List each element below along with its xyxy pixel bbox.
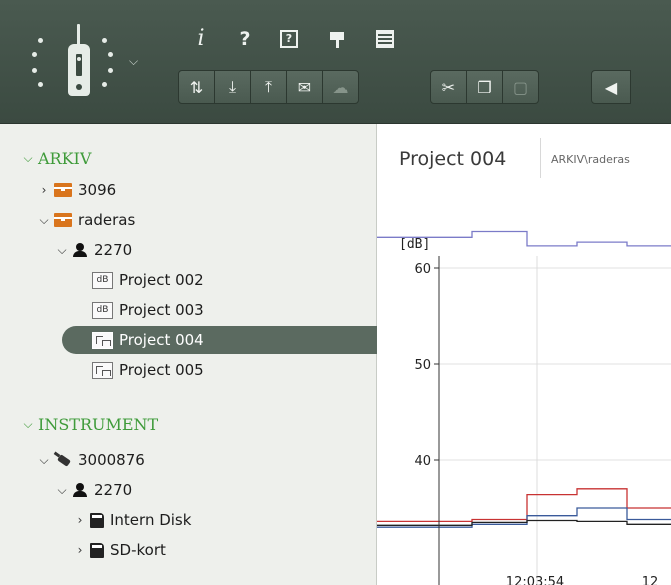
chevron-right-icon[interactable]: › xyxy=(36,183,52,197)
sound-meter-icon xyxy=(64,24,94,102)
mail-icon: ✉ xyxy=(297,77,312,97)
waveform-file-icon xyxy=(92,361,113,379)
disk-icon xyxy=(90,542,104,558)
level-chart[interactable]: [dB] 405060708090 12:03:5412 xyxy=(377,224,671,585)
device-selector[interactable]: ⌵ xyxy=(24,24,154,104)
copy-button[interactable]: ❐ xyxy=(466,70,503,104)
upload-button[interactable]: ⤒ xyxy=(250,70,287,104)
tree-item-project-004[interactable]: Project 004 xyxy=(62,326,377,354)
tree-item-raderas[interactable]: ⌵ raderas xyxy=(36,206,135,234)
upload-icon: ⤒ xyxy=(264,77,273,96)
chevron-down-icon[interactable]: ⌵ xyxy=(54,483,70,498)
chart-grid xyxy=(439,256,671,585)
project-title: Project 004 xyxy=(399,148,507,170)
chevron-down-icon[interactable]: ⌵ xyxy=(129,54,138,69)
paste-icon: ▢ xyxy=(512,77,529,97)
help-box-icon[interactable]: ? xyxy=(280,30,298,48)
y-axis-ticks: 405060708090 xyxy=(414,262,439,469)
transfer-button-group: ⇅ ⤓ ⤒ ✉ ☁ xyxy=(178,70,359,104)
x-tick-label: 12 xyxy=(642,575,659,585)
db-file-icon: dB xyxy=(92,301,113,319)
signal-dots-left xyxy=(30,38,44,94)
mail-button[interactable]: ✉ xyxy=(286,70,323,104)
chevron-down-icon[interactable]: ⌵ xyxy=(54,243,70,258)
title-divider xyxy=(540,138,541,178)
project-path: ARKIV\raderas xyxy=(551,153,630,166)
db-file-icon: dB xyxy=(92,271,113,289)
chevron-down-icon[interactable]: ⌵ xyxy=(36,213,52,228)
y-tick-label: 50 xyxy=(414,358,431,373)
cloud-button[interactable]: ☁ xyxy=(322,70,359,104)
signal-dots-right xyxy=(102,38,116,94)
chevron-right-icon[interactable]: › xyxy=(72,513,88,527)
chevron-down-icon[interactable]: ⌵ xyxy=(20,417,36,432)
edit-button-group: ✂ ❐ ▢ xyxy=(430,70,539,104)
user-icon xyxy=(72,483,88,497)
download-icon: ⤓ xyxy=(228,77,237,96)
x-tick-label: 12:03:54 xyxy=(506,575,564,585)
tree-item-3000876[interactable]: ⌵ 3000876 xyxy=(36,446,144,474)
speaker-icon: ◀ xyxy=(604,77,618,97)
tree-section-instrument[interactable]: ⌵ INSTRUMENT xyxy=(20,410,158,438)
archive-box-icon xyxy=(54,183,72,197)
content-panel: Project 004 ARKIV\raderas [dB] 405060708… xyxy=(377,124,671,585)
y-tick-label: 40 xyxy=(414,454,431,469)
list-icon[interactable] xyxy=(376,30,394,48)
tree-item-instr-2270[interactable]: ⌵ 2270 xyxy=(54,476,132,504)
y-axis-label: [dB] xyxy=(399,237,430,252)
chevron-right-icon[interactable]: › xyxy=(72,543,88,557)
tree-item-project-002[interactable]: dB Project 002 xyxy=(92,266,204,294)
tree-item-user-2270[interactable]: ⌵ 2270 xyxy=(54,236,132,264)
tree-item-project-003[interactable]: dB Project 003 xyxy=(92,296,204,324)
tree-section-arkiv[interactable]: ⌵ ARKIV xyxy=(20,144,91,172)
chevron-down-icon[interactable]: ⌵ xyxy=(36,453,52,468)
project-tree: ⌵ ARKIV › 3096 ⌵ raderas ⌵ 2270 dB Proje… xyxy=(0,124,377,585)
cloud-icon: ☁ xyxy=(332,77,349,97)
cut-icon: ✂ xyxy=(441,77,456,97)
disk-icon xyxy=(90,512,104,528)
chevron-down-icon[interactable]: ⌵ xyxy=(20,151,36,166)
user-icon xyxy=(72,243,88,257)
cut-button[interactable]: ✂ xyxy=(430,70,467,104)
tree-item-project-005[interactable]: Project 005 xyxy=(92,356,204,384)
instrument-icon xyxy=(54,453,72,467)
help-icon[interactable]: ? xyxy=(232,26,258,52)
tree-item-intern-disk[interactable]: › Intern Disk xyxy=(72,506,192,534)
download-button[interactable]: ⤓ xyxy=(214,70,251,104)
transfer-button[interactable]: ⇅ xyxy=(178,70,215,104)
paste-button[interactable]: ▢ xyxy=(502,70,539,104)
x-axis-ticks: 12:03:54 12 xyxy=(506,575,658,585)
copy-icon: ❐ xyxy=(477,77,492,97)
audio-button-group: ◀ xyxy=(591,70,631,104)
info-icon[interactable]: i xyxy=(188,26,214,52)
y-tick-label: 60 xyxy=(414,262,431,277)
toolbar: ⌵ i ? ? ⇅ ⤓ ⤒ ✉ ☁ ✂ ❐ ▢ ◀ xyxy=(0,0,671,124)
tree-item-sd-kort[interactable]: › SD-kort xyxy=(72,536,166,564)
archive-box-icon xyxy=(54,213,72,227)
waveform-file-icon xyxy=(92,331,113,349)
speaker-button[interactable]: ◀ xyxy=(591,70,631,104)
tree-item-3096[interactable]: › 3096 xyxy=(36,176,117,204)
flag-icon[interactable] xyxy=(328,30,346,48)
transfer-icon: ⇅ xyxy=(189,77,204,97)
